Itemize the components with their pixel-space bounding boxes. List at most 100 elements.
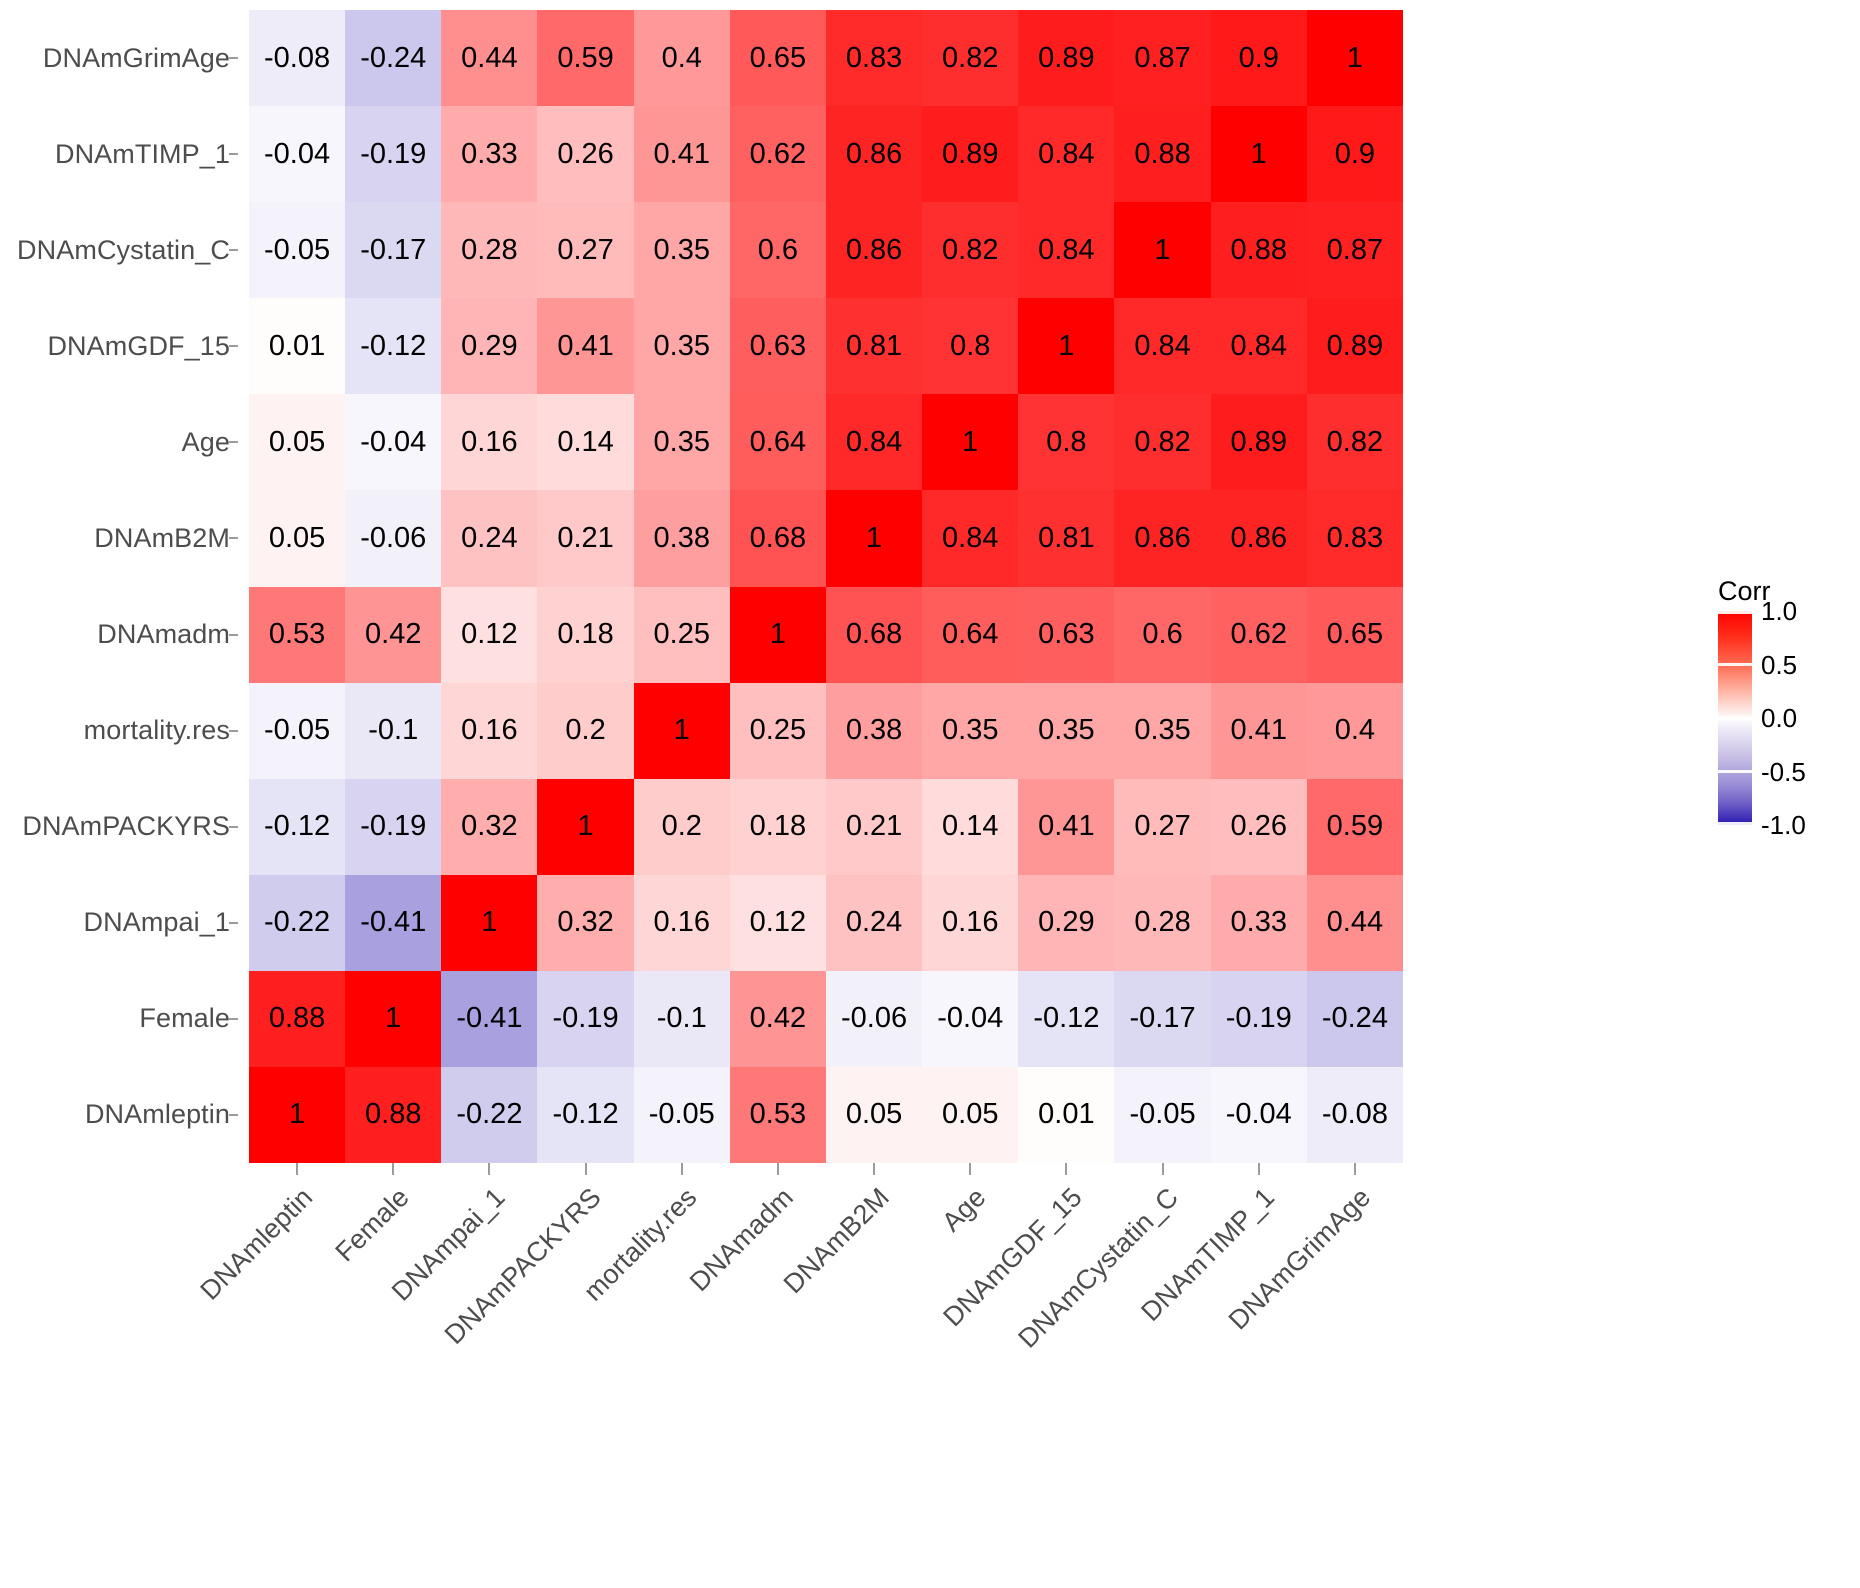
heatmap-cell: -0.06 — [825, 970, 923, 1067]
heatmap-cell: 0.28 — [1114, 874, 1211, 971]
heatmap-cell: 0.4 — [1306, 682, 1403, 779]
heatmap-cell: -0.12 — [345, 298, 442, 395]
y-axis-tick-label: Age — [181, 426, 230, 457]
legend-tick-mark — [1718, 663, 1752, 666]
heatmap-cell-value: 0.82 — [942, 41, 999, 74]
heatmap-cell-value: 0.32 — [461, 810, 518, 843]
heatmap-cell: 0.38 — [633, 490, 730, 587]
heatmap-cell-value: 0.33 — [1230, 906, 1287, 939]
heatmap-cell: 0.29 — [1018, 874, 1115, 971]
heatmap-cell-value: 0.86 — [1230, 521, 1287, 554]
legend-tick-label: 0.5 — [1761, 649, 1798, 680]
heatmap-cell-value: 0.89 — [942, 137, 999, 170]
heatmap-cell: 0.84 — [1018, 106, 1115, 203]
heatmap-cell: 0.05 — [249, 394, 346, 491]
heatmap-cell-value: 0.53 — [749, 1098, 807, 1131]
heatmap-cell-value: 0.6 — [757, 233, 799, 266]
heatmap-cell-value: 0.88 — [1134, 137, 1191, 170]
heatmap-cell-value: 0.28 — [1134, 906, 1191, 939]
heatmap-cell: 0.05 — [922, 1066, 1019, 1163]
heatmap-cell-value: 0.05 — [268, 425, 326, 458]
heatmap-cell-value: -0.41 — [456, 1002, 523, 1035]
y-axis-tick-Age: Age — [0, 394, 238, 490]
heatmap-cell: 0.83 — [1306, 490, 1403, 587]
heatmap-cell-value: 0.86 — [1134, 521, 1191, 554]
x-axis-tick-DNAmGDF_15: DNAmGDF_15 — [937, 1178, 1114, 1578]
legend-tick-label: 1.0 — [1761, 596, 1798, 626]
heatmap-cell-value: 0.41 — [1230, 714, 1287, 747]
x-axis-tick-label: DNAmleptin — [194, 1182, 319, 1306]
heatmap-cell: 0.82 — [922, 10, 1019, 107]
heatmap-cell-value: -0.04 — [937, 1002, 1004, 1035]
heatmap-cell-value: 0.35 — [653, 425, 710, 458]
heatmap-cell: 0.25 — [729, 682, 826, 779]
heatmap-cell-value: -0.19 — [552, 1002, 619, 1035]
heatmap-cell: -0.08 — [1306, 1066, 1403, 1163]
heatmap-cell: -0.04 — [249, 106, 346, 203]
heatmap-cell-value: 0.84 — [1038, 137, 1095, 170]
heatmap-cell-value: 0.12 — [461, 618, 518, 651]
y-axis-tick-DNAmGrimAge: DNAmGrimAge — [0, 10, 238, 106]
heatmap-cell: 0.89 — [1210, 394, 1307, 491]
heatmap-cell-value: -0.19 — [1225, 1002, 1292, 1035]
x-axis-tick-Age: Age — [922, 1178, 1018, 1578]
heatmap-cell: -0.1 — [345, 682, 442, 779]
heatmap-cell: 0.05 — [249, 490, 346, 587]
y-axis-tick-label: DNAmadm — [97, 619, 230, 649]
heatmap-cell: 0.41 — [1210, 682, 1307, 779]
heatmap-cell: 1 — [825, 490, 923, 587]
heatmap-cell-value: -0.24 — [1321, 1002, 1388, 1035]
heatmap-cell-value: 1 — [1346, 41, 1363, 74]
heatmap-cell: 0.33 — [1210, 874, 1307, 971]
heatmap-cell: 0.8 — [922, 298, 1019, 395]
heatmap-cell-value: 0.6 — [1142, 618, 1183, 651]
heatmap-cell: 0.24 — [441, 490, 538, 587]
heatmap-cell-value: 0.05 — [845, 1098, 903, 1131]
legend-body: 1.0 0.5 0.0 -0.5 -1.0 — [1718, 598, 1858, 838]
heatmap-cell-value: 1 — [481, 906, 498, 939]
x-axis-tick-DNAmTIMP_1: DNAmTIMP_1 — [1135, 1178, 1307, 1578]
heatmap-cell: 0.87 — [1114, 10, 1211, 107]
heatmap-cell-value: 0.28 — [461, 233, 518, 266]
heatmap-cell: 0.44 — [1306, 874, 1403, 971]
y-axis-tick-label: DNAmCystatin_C — [17, 234, 230, 265]
heatmap-cell-value: 0.65 — [1326, 618, 1384, 651]
heatmap-cell: 0.14 — [537, 394, 634, 491]
heatmap-cell-value: 0.89 — [1230, 425, 1287, 458]
heatmap-cell: 0.68 — [825, 586, 923, 683]
heatmap-cell-value: -0.12 — [552, 1098, 619, 1131]
heatmap-cell: 0.35 — [633, 202, 730, 299]
heatmap-cell: 0.12 — [729, 874, 826, 971]
legend-tick-mark — [1718, 770, 1752, 773]
heatmap-cell: 0.18 — [537, 586, 634, 683]
x-axis-tick-DNAmCystatin_C: DNAmCystatin_C — [1012, 1178, 1210, 1578]
y-axis-tick-mark — [229, 729, 238, 732]
x-axis-tick-mark — [392, 1163, 395, 1175]
y-axis-tick-DNAmpai_1: DNAmpai_1 — [0, 875, 238, 971]
heatmap-cell: -0.04 — [345, 394, 442, 491]
heatmap-cell-value: 0.9 — [1238, 41, 1279, 74]
heatmap-cell: 0.89 — [1306, 298, 1403, 395]
heatmap-cell-value: 0.8 — [950, 329, 991, 362]
x-axis-tick-DNAmPACKYRS: DNAmPACKYRS — [439, 1178, 633, 1578]
y-axis-tick-DNAmGDF_15: DNAmGDF_15 — [0, 298, 238, 394]
heatmap-cell-value: 0.33 — [461, 137, 518, 170]
heatmap-cell: 0.41 — [1018, 778, 1115, 875]
heatmap-cell: 0.32 — [441, 778, 538, 875]
heatmap-cell-value: -0.05 — [264, 233, 331, 266]
legend-tick-mark — [1718, 716, 1752, 720]
heatmap-cell-value: 0.16 — [942, 906, 999, 939]
heatmap-cell: 0.16 — [633, 874, 730, 971]
y-axis-tick-mark — [229, 153, 238, 156]
heatmap-cell-value: 1 — [673, 714, 690, 747]
heatmap-cell-value: 0.53 — [268, 618, 326, 651]
x-axis-tick-label: Age — [936, 1182, 992, 1238]
heatmap-cell: 0.86 — [825, 202, 923, 299]
heatmap-cell: 0.86 — [1210, 490, 1307, 587]
y-axis-tick-DNAmPACKYRS: DNAmPACKYRS — [0, 779, 238, 875]
heatmap-cell-value: 0.81 — [845, 329, 903, 362]
heatmap-cell-value: -0.17 — [1129, 1002, 1196, 1035]
y-axis-tick-label: DNAmleptin — [84, 1099, 230, 1130]
heatmap-cell: 0.41 — [633, 106, 730, 203]
heatmap-cell: 0.82 — [1114, 394, 1211, 491]
